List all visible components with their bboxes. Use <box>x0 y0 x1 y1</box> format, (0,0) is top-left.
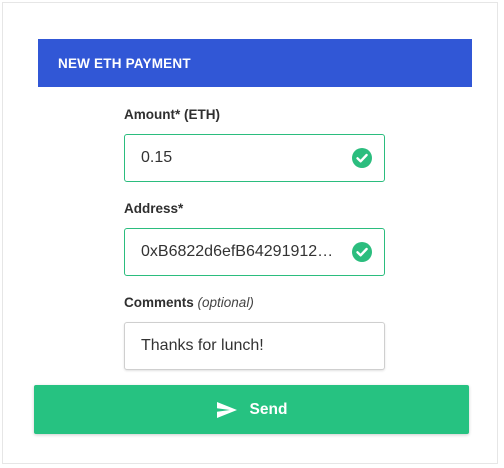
send-button[interactable]: Send <box>34 385 469 434</box>
comments-optional-note: (optional) <box>197 295 254 310</box>
send-button-label: Send <box>249 400 288 418</box>
send-icon <box>216 401 238 419</box>
comments-label-text: Comments <box>124 295 194 310</box>
address-label: Address* <box>124 201 183 216</box>
amount-label: Amount* (ETH) <box>124 107 220 122</box>
comments-label: Comments (optional) <box>124 295 254 310</box>
check-circle-icon <box>352 148 372 168</box>
address-label-text: Address* <box>124 201 184 216</box>
comments-input[interactable]: Thanks for lunch! <box>124 322 385 370</box>
comments-value[interactable]: Thanks for lunch! <box>141 337 372 355</box>
card-header: NEW ETH PAYMENT <box>38 39 472 87</box>
address-input[interactable]: 0xB6822d6efB64291912… <box>124 228 385 276</box>
amount-input[interactable]: 0.15 <box>124 134 385 182</box>
amount-value[interactable]: 0.15 <box>141 149 344 167</box>
card-title: NEW ETH PAYMENT <box>58 55 191 71</box>
check-circle-icon <box>352 242 372 262</box>
address-value[interactable]: 0xB6822d6efB64291912… <box>141 243 344 261</box>
amount-label-text: Amount* (ETH) <box>124 107 220 122</box>
